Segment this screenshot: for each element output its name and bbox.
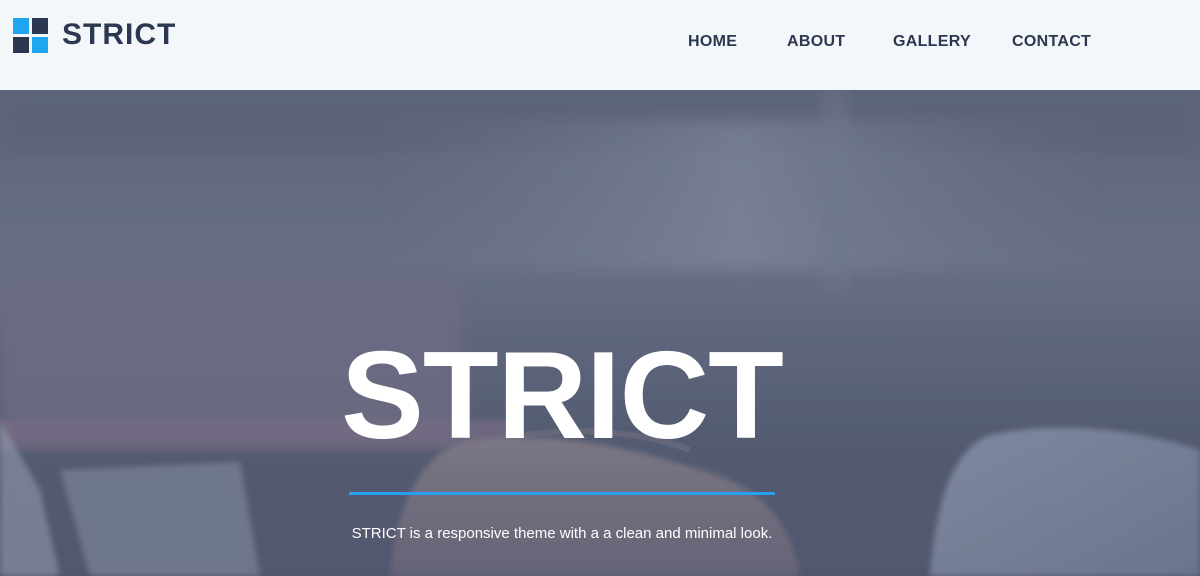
nav-contact-link[interactable]: CONTACT: [1012, 31, 1091, 53]
nav-gallery-link[interactable]: GALLERY: [893, 31, 971, 53]
page: STRICT HOME ABOUT GALLERY CONTACT STRICT…: [0, 0, 1200, 576]
nav-home-link[interactable]: HOME: [688, 31, 737, 53]
hero-divider: [349, 492, 775, 495]
hero-title: STRICT: [341, 327, 784, 465]
site-header: STRICT HOME ABOUT GALLERY CONTACT: [0, 0, 1200, 90]
hero-section: STRICT STRICT is a responsive theme with…: [0, 90, 1200, 576]
main-nav: HOME ABOUT GALLERY CONTACT: [0, 31, 1200, 53]
hero-subtitle: STRICT is a responsive theme with a a cl…: [351, 525, 773, 542]
nav-about-link[interactable]: ABOUT: [787, 31, 845, 53]
